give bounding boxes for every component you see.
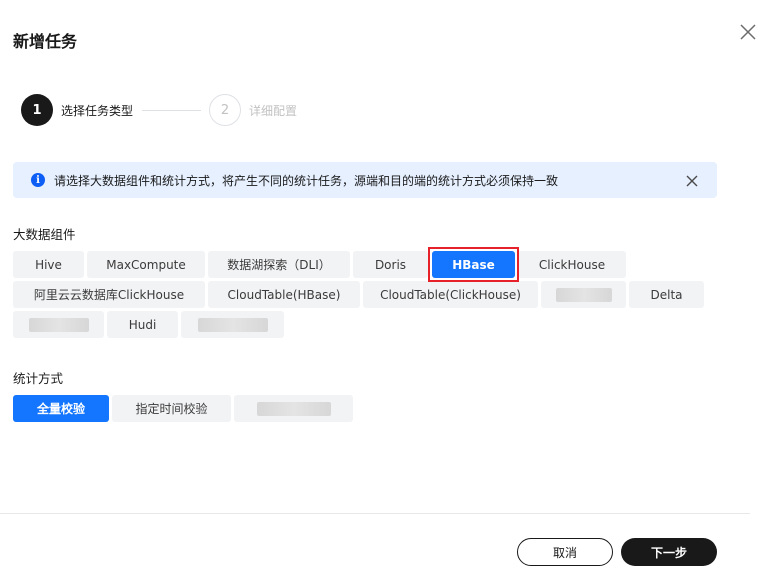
footer-divider — [0, 513, 750, 514]
step-1-indicator: 1 — [21, 94, 53, 126]
alert-message: 请选择大数据组件和统计方式，将产生不同的统计任务，源端和目的端的统计方式必须保持… — [54, 174, 559, 188]
redacted-label — [28, 317, 89, 332]
component-option-hudi[interactable]: Hudi — [107, 311, 178, 338]
close-icon[interactable] — [738, 22, 758, 42]
component-option-redacted[interactable] — [541, 281, 626, 308]
component-option-redacted[interactable] — [13, 311, 104, 338]
component-option-cloudtable-hbase[interactable]: CloudTable(HBase) — [208, 281, 360, 308]
step-1-label: 选择任务类型 — [61, 104, 134, 118]
stats-section-label: 统计方式 — [13, 371, 64, 386]
option-label: Hudi — [128, 317, 157, 332]
dialog-title: 新增任务 — [13, 32, 78, 51]
component-option-aliyun-clickhouse[interactable]: 阿里云云数据库ClickHouse — [13, 281, 205, 308]
components-section-label: 大数据组件 — [13, 227, 76, 242]
redacted-label — [555, 287, 612, 302]
stats-option-redacted[interactable] — [234, 395, 353, 422]
stats-option-full[interactable]: 全量校验 — [13, 395, 109, 422]
cancel-button[interactable]: 取消 — [517, 538, 613, 566]
component-option-doris[interactable]: Doris — [353, 251, 428, 278]
option-label: 阿里云云数据库ClickHouse — [33, 288, 185, 302]
close-icon[interactable] — [685, 173, 699, 187]
redacted-label — [256, 401, 331, 416]
option-label: 数据湖探索（DLI） — [227, 258, 331, 272]
option-label: CloudTable(ClickHouse) — [380, 287, 521, 302]
component-option-hive[interactable]: Hive — [13, 251, 84, 278]
option-label: 全量校验 — [36, 402, 85, 416]
option-label: 指定时间校验 — [135, 402, 208, 416]
component-option-delta[interactable]: Delta — [629, 281, 704, 308]
step-2-label: 详细配置 — [249, 104, 298, 118]
component-option-redacted[interactable] — [181, 311, 284, 338]
option-label: MaxCompute — [106, 257, 186, 272]
option-label: Delta — [650, 287, 683, 302]
component-option-cloudtable-clickhouse[interactable]: CloudTable(ClickHouse) — [363, 281, 538, 308]
info-icon: i — [31, 173, 45, 187]
option-label: Hive — [35, 257, 62, 272]
stats-option-time[interactable]: 指定时间校验 — [112, 395, 231, 422]
component-option-maxcompute[interactable]: MaxCompute — [87, 251, 205, 278]
option-label: Doris — [374, 257, 407, 272]
component-option-dli[interactable]: 数据湖探索（DLI） — [208, 251, 350, 278]
new-task-dialog: 新增任务 1 选择任务类型 2 详细配置 i 请选择大数据组件和统计方式，将产生… — [0, 0, 775, 584]
redacted-label — [197, 317, 268, 332]
info-alert: i 请选择大数据组件和统计方式，将产生不同的统计任务，源端和目的端的统计方式必须… — [13, 162, 717, 198]
component-option-clickhouse[interactable]: ClickHouse — [518, 251, 626, 278]
next-step-button[interactable]: 下一步 — [621, 538, 717, 566]
component-option-hbase[interactable]: HBase — [432, 251, 515, 278]
option-label: ClickHouse — [538, 257, 606, 272]
step-2-indicator: 2 — [209, 94, 241, 126]
option-label: CloudTable(HBase) — [227, 287, 341, 302]
step-connector — [142, 110, 201, 111]
option-label: HBase — [452, 257, 495, 272]
